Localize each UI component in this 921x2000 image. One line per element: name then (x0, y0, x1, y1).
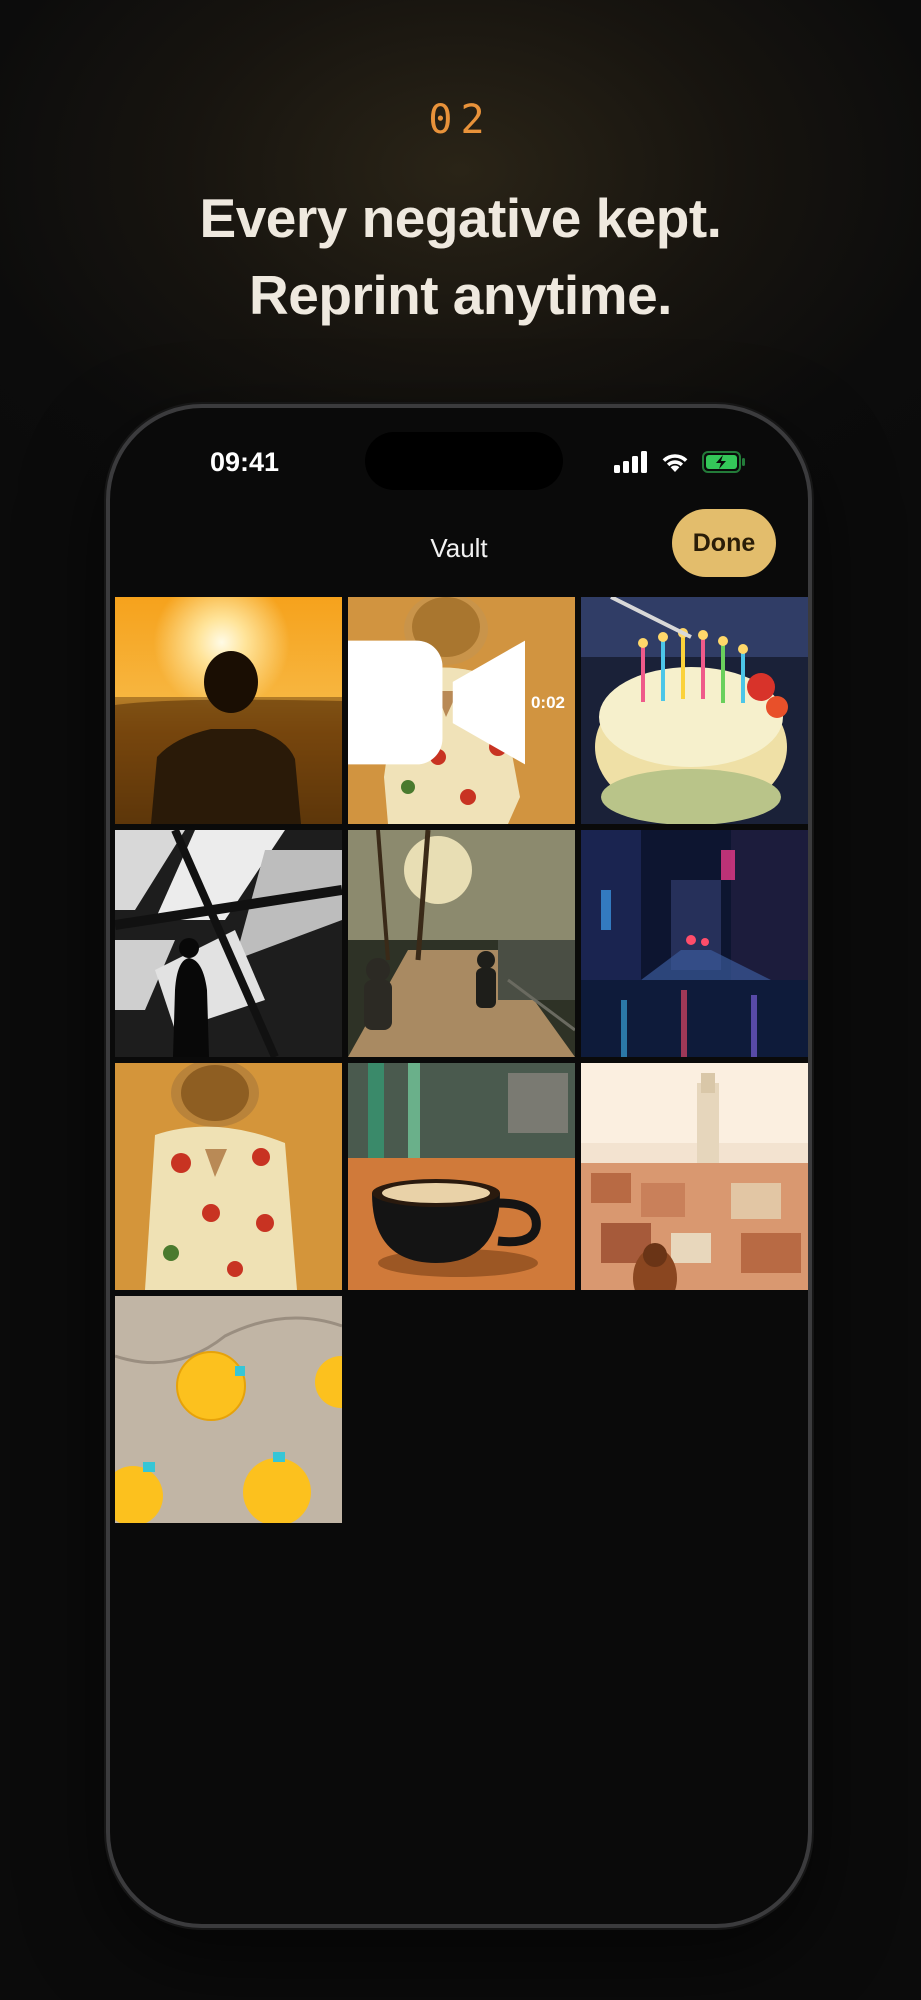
photo-thumbnail[interactable] (348, 1063, 575, 1290)
coffee-cup-photo (348, 1063, 575, 1290)
woman-floral-dress-2-photo (115, 1063, 342, 1290)
neon-city-night-photo (581, 830, 808, 1057)
photo-thumbnail[interactable] (581, 830, 808, 1057)
autumn-street-photo (348, 830, 575, 1057)
status-icons (614, 446, 746, 478)
step-number: 02 (428, 97, 493, 143)
yellow-umbrellas-photo (115, 1296, 342, 1523)
video-duration-badge: 0:02 (348, 597, 565, 816)
video-duration: 0:02 (530, 692, 565, 712)
birthday-cake-photo (581, 597, 808, 824)
photo-grid: 0:02 (115, 597, 808, 1523)
wifi-icon (662, 454, 688, 472)
photo-thumbnail[interactable] (115, 1063, 342, 1290)
headline-line-2: Reprint anytime. (249, 264, 672, 326)
status-time: 09:41 (210, 447, 280, 477)
photo-thumbnail[interactable] (115, 830, 342, 1057)
city-rooftops-photo (581, 1063, 808, 1290)
phone-frame: 09:41 Vault Done 0:02 (106, 404, 812, 1928)
cellular-signal-icon (614, 451, 647, 473)
promo-screen: 02 Every negative kept. Reprint anytime.… (0, 0, 921, 2000)
done-button[interactable]: Done (672, 509, 776, 577)
battery-charging-icon (702, 451, 745, 473)
video-thumbnail[interactable]: 0:02 (348, 597, 575, 824)
photo-thumbnail[interactable] (581, 597, 808, 824)
dynamic-island (365, 432, 563, 490)
video-camera-icon (348, 640, 525, 765)
headline-line-1: Every negative kept. (199, 187, 722, 249)
headline: Every negative kept. Reprint anytime. (0, 180, 921, 334)
photo-thumbnail[interactable] (115, 597, 342, 824)
photo-thumbnail[interactable] (348, 830, 575, 1057)
shadow-silhouette-photo (115, 830, 342, 1057)
photo-thumbnail[interactable] (581, 1063, 808, 1290)
sunset-silhouette-photo (115, 597, 342, 824)
photo-thumbnail[interactable] (115, 1296, 342, 1523)
